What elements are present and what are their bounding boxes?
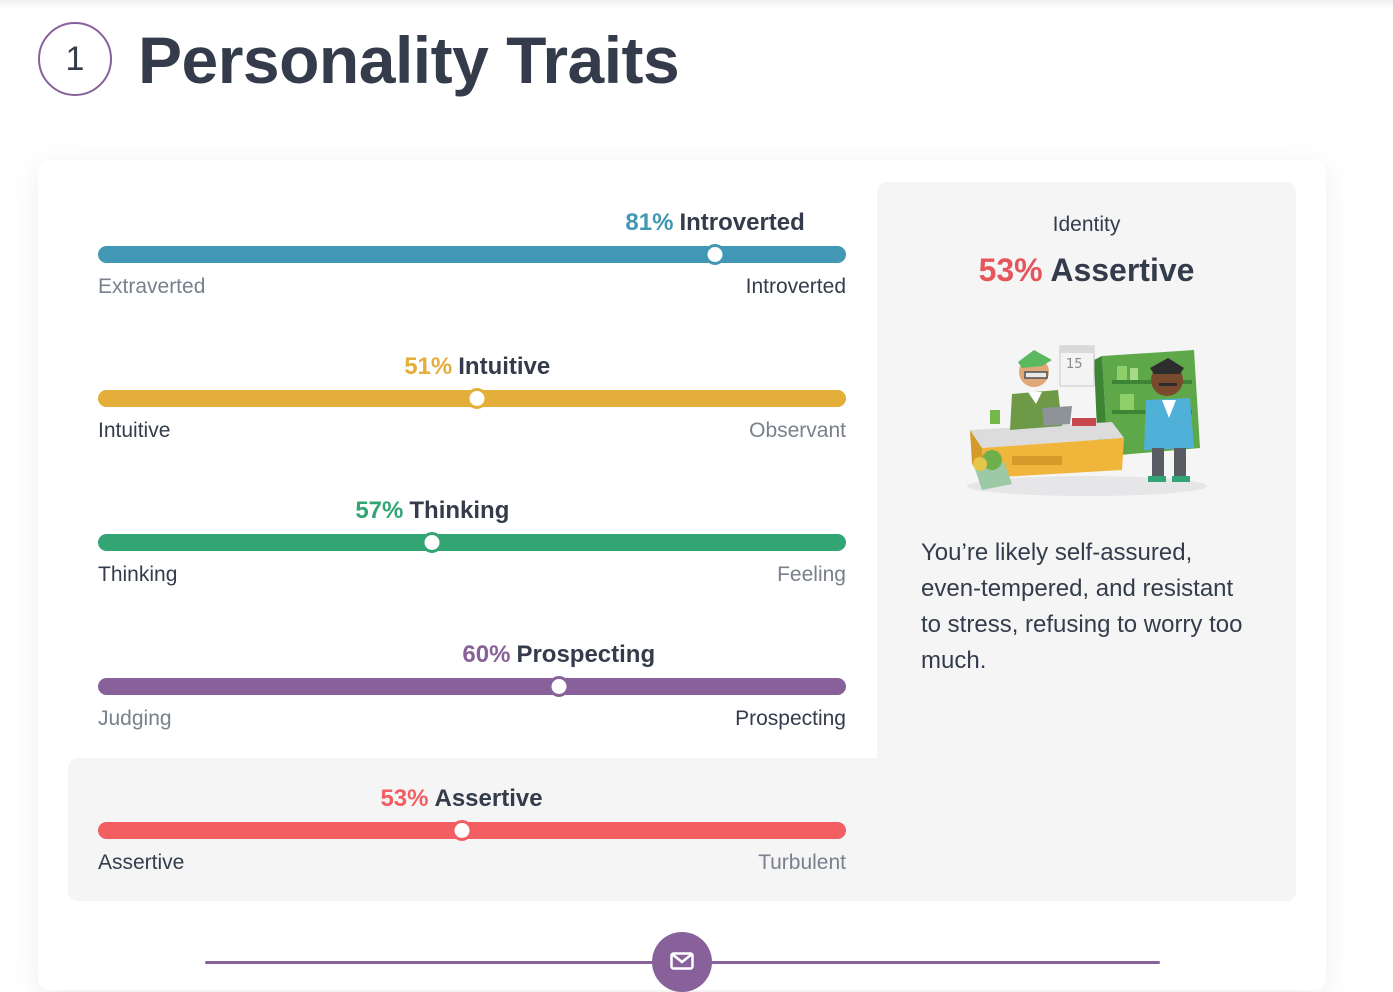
trait-left-label: Thinking xyxy=(98,563,178,586)
trait-bar[interactable] xyxy=(98,534,846,551)
trait-left-label: Assertive xyxy=(98,851,185,874)
top-divider xyxy=(0,0,1393,8)
trait-percent: 53% xyxy=(380,785,429,812)
trait-right-label: Feeling xyxy=(777,563,846,586)
mail-icon xyxy=(670,952,694,970)
office-scene-illustration: 15 xyxy=(967,345,1207,496)
trait-name: Assertive xyxy=(434,785,543,812)
trait-marker[interactable] xyxy=(704,244,726,265)
section-number-badge: 1 xyxy=(38,22,112,96)
panel-percent: 53% xyxy=(978,252,1043,288)
panel-description: You’re likely self-assured, even-tempere… xyxy=(921,539,1243,674)
trait-heading: 51% Intuitive xyxy=(404,353,550,381)
trait-left-label: Judging xyxy=(98,707,172,730)
trait-marker[interactable] xyxy=(421,532,443,553)
trait-tactics[interactable]: 60% Prospecting Judging Prospecting xyxy=(98,641,846,741)
panel-subtitle: Identity xyxy=(1052,213,1121,236)
trait-identity[interactable]: 53% Assertive Assertive Turbulent xyxy=(98,785,846,885)
trait-heading: 57% Thinking xyxy=(355,497,509,525)
trait-name: Prospecting xyxy=(516,641,656,668)
trait-mind[interactable]: 51% Intuitive Intuitive Observant xyxy=(98,353,846,453)
trait-right-label: Prospecting xyxy=(735,707,846,730)
trait-marker[interactable] xyxy=(548,676,570,697)
trait-percent: 51% xyxy=(404,353,453,380)
trait-right-label: Observant xyxy=(749,419,846,442)
trait-name: Intuitive xyxy=(458,353,551,380)
trait-energy[interactable]: 81% Introverted Extraverted Introverted xyxy=(98,209,846,309)
trait-bar[interactable] xyxy=(98,246,846,263)
page-title: Personality Traits xyxy=(138,23,680,97)
trait-heading: 60% Prospecting xyxy=(462,641,655,669)
trait-heading: 53% Assertive xyxy=(380,785,542,813)
trait-left-label: Intuitive xyxy=(98,419,171,442)
trait-percent: 57% xyxy=(355,497,404,524)
trait-right-label: Turbulent xyxy=(758,851,846,874)
panel-trait-name: Assertive xyxy=(1050,252,1195,288)
panel-title: 53% Assertive xyxy=(877,252,1296,289)
trait-bar[interactable] xyxy=(98,678,846,695)
email-results-button[interactable] xyxy=(652,932,712,992)
trait-marker[interactable] xyxy=(466,388,488,409)
trait-percent: 60% xyxy=(462,641,511,668)
trait-left-label: Extraverted xyxy=(98,275,206,298)
svg-text:15: 15 xyxy=(1066,357,1083,372)
trait-marker[interactable] xyxy=(451,820,473,841)
trait-heading: 81% Introverted xyxy=(625,209,804,237)
trait-nature[interactable]: 57% Thinking Thinking Feeling xyxy=(98,497,846,597)
trait-percent: 81% xyxy=(625,209,674,236)
trait-name: Introverted xyxy=(679,209,805,236)
trait-right-label: Introverted xyxy=(745,275,846,298)
trait-name: Thinking xyxy=(409,497,510,524)
